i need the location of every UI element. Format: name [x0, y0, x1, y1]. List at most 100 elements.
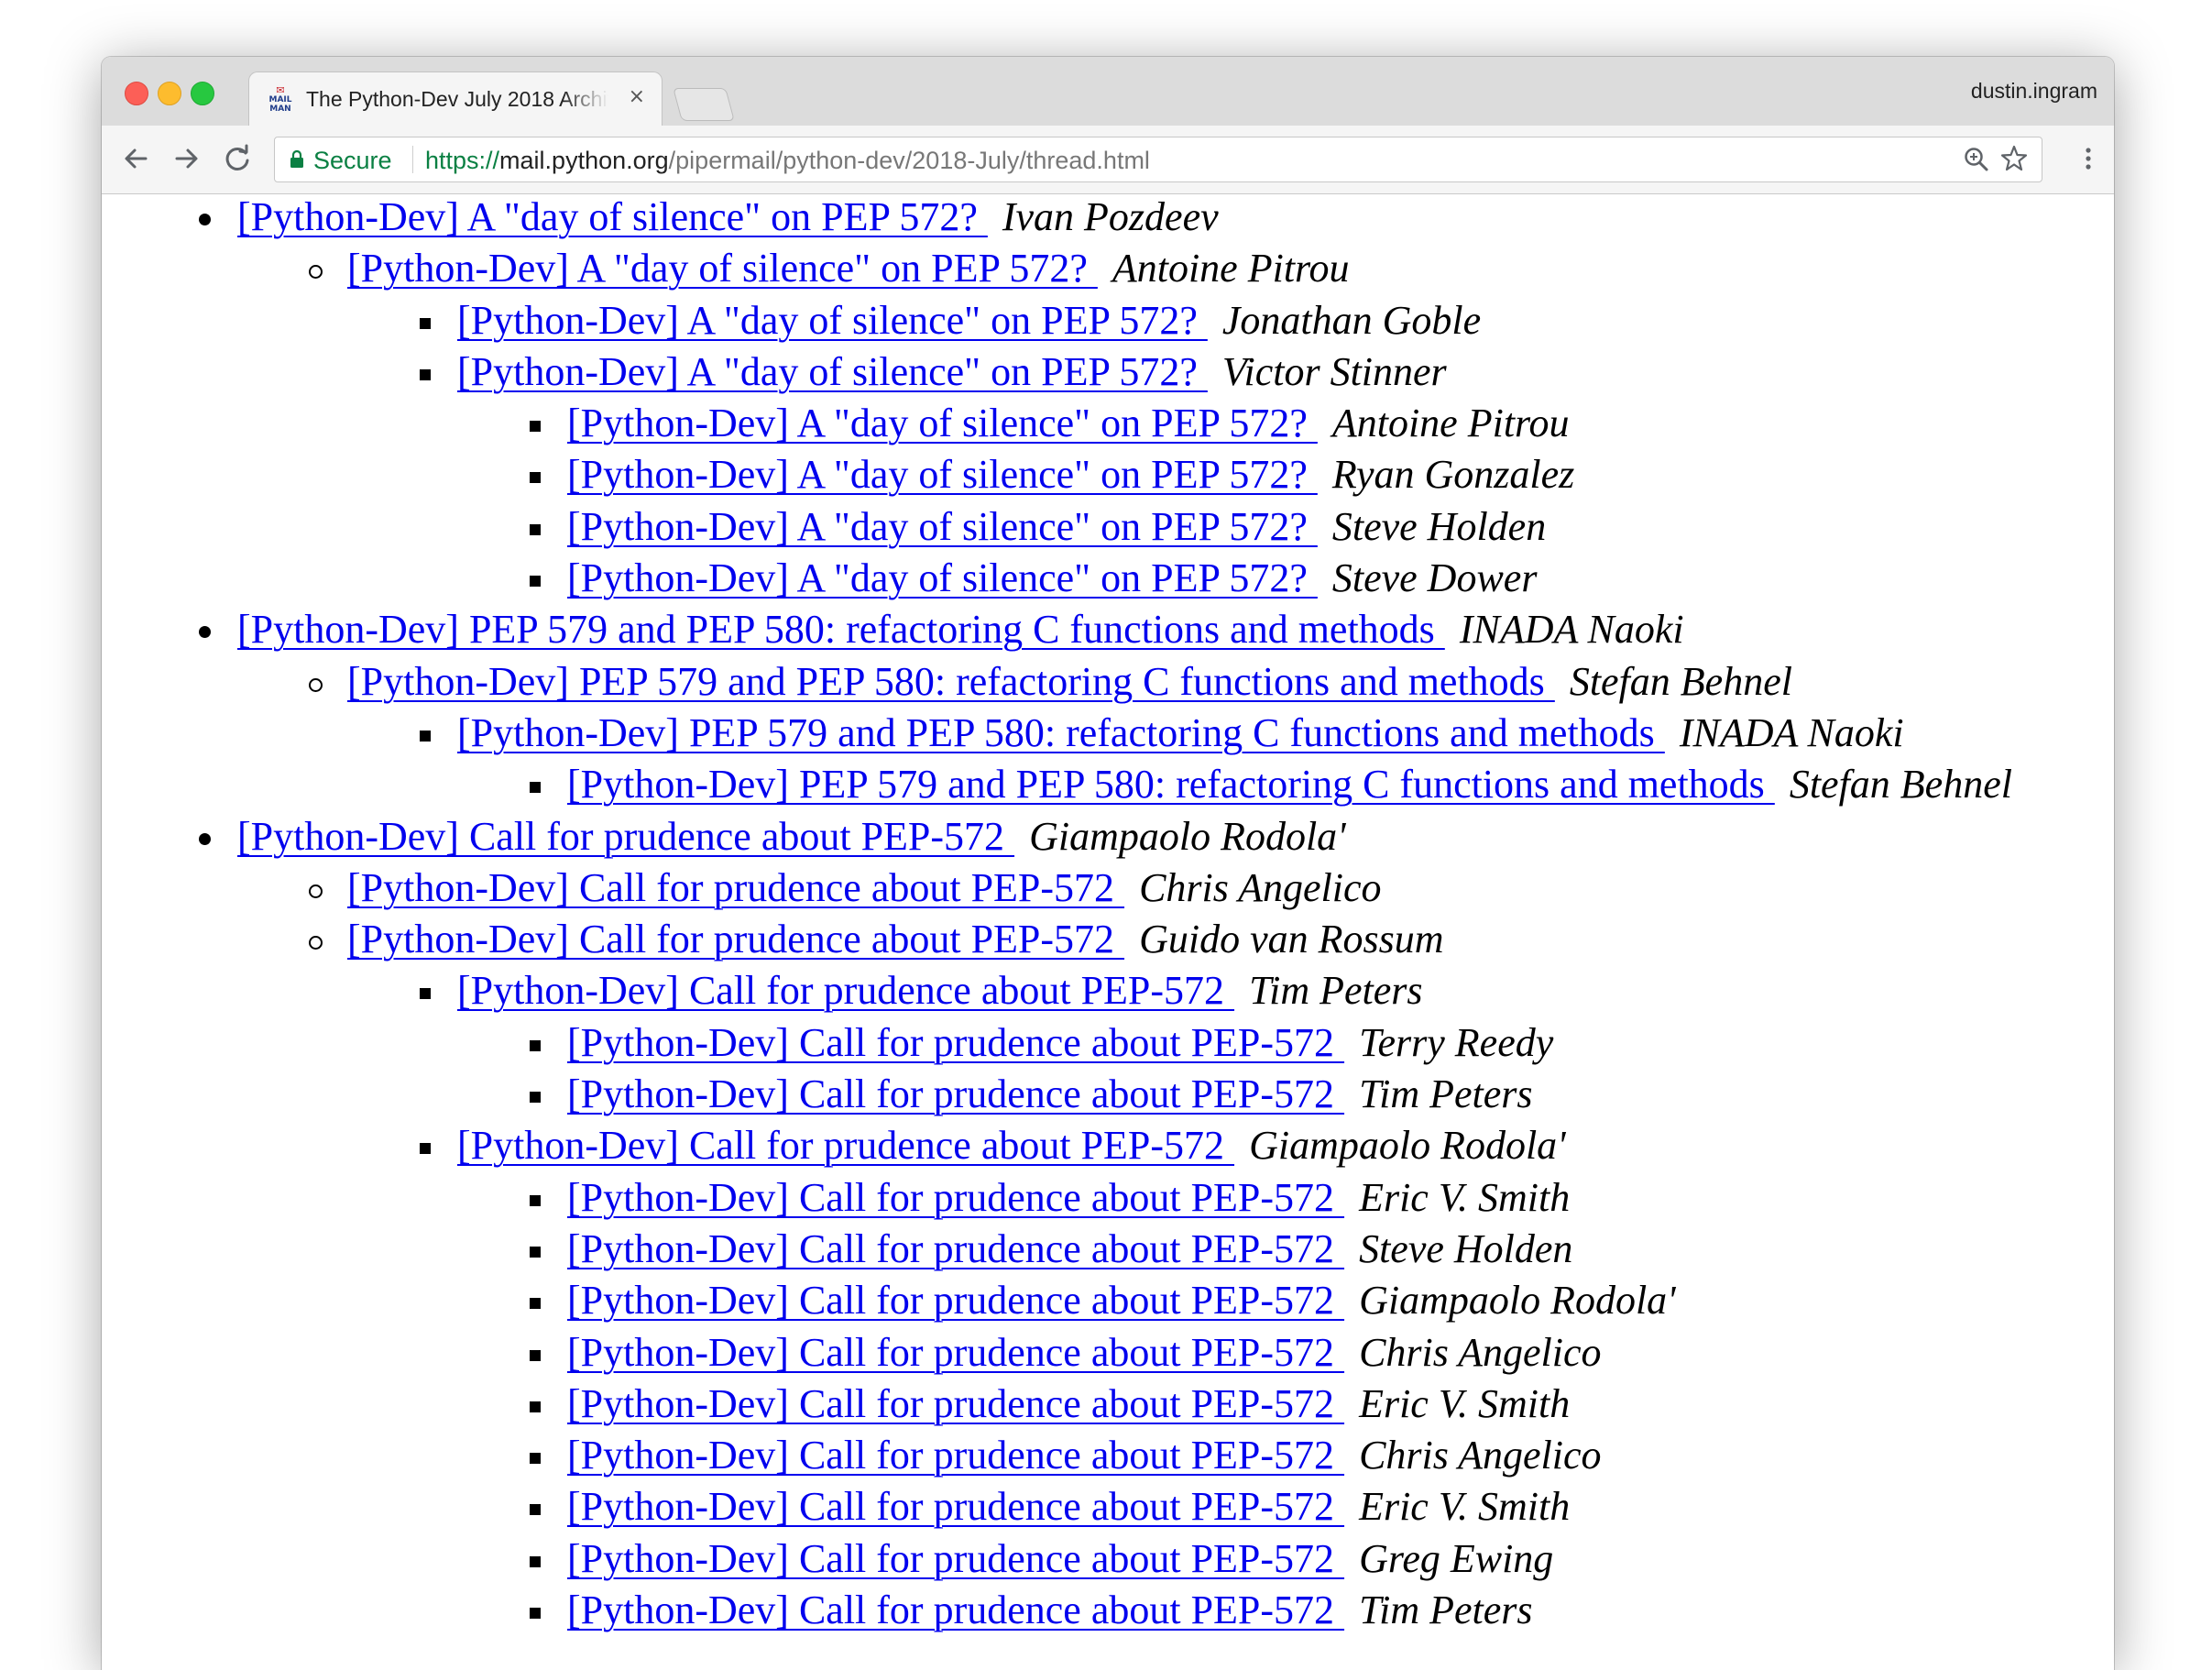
thread-item: [Python-Dev] A "day of silence" on PEP 5…	[102, 295, 2063, 346]
secure-label[interactable]: Secure	[313, 147, 392, 175]
thread-author: Tim Peters	[1249, 968, 1423, 1014]
thread-item: [Python-Dev] A "day of silence" on PEP 5…	[102, 398, 2063, 449]
thread-subject-link[interactable]: [Python-Dev] A "day of silence" on PEP 5…	[567, 555, 1318, 600]
thread-author: Giampaolo Rodola'	[1029, 813, 1346, 859]
browser-tab[interactable]: ✉ MAIL MAN The Python-Dev July 2018 Arch…	[248, 71, 663, 126]
thread-subject-link[interactable]: [Python-Dev] PEP 579 and PEP 580: refact…	[457, 710, 1665, 755]
reload-icon[interactable]	[219, 138, 256, 179]
thread-subject-link[interactable]: [Python-Dev] Call for prudence about PEP…	[567, 1330, 1344, 1375]
thread-item: [Python-Dev] Call for prudence about PEP…	[102, 1533, 2063, 1585]
thread-author: Greg Ewing	[1359, 1535, 1554, 1581]
thread-item: [Python-Dev] Call for prudence about PEP…	[102, 1430, 2063, 1481]
thread-author: Tim Peters	[1359, 1588, 1533, 1633]
thread-item: [Python-Dev] Call for prudence about PEP…	[102, 1275, 2063, 1326]
thread-subject-link[interactable]: [Python-Dev] Call for prudence about PEP…	[347, 917, 1124, 961]
thread-item: [Python-Dev] Call for prudence about PEP…	[102, 811, 2063, 862]
thread-list: [Python-Dev] A "day of silence" on PEP 5…	[102, 194, 2063, 1636]
browser-toolbar: Secure https://mail.python.org/pipermail…	[102, 126, 2114, 194]
zoom-icon[interactable]	[1963, 145, 1990, 181]
back-arrow-icon[interactable]	[118, 138, 155, 179]
close-window-button[interactable]	[125, 82, 148, 105]
thread-subject-link[interactable]: [Python-Dev] Call for prudence about PEP…	[567, 1484, 1344, 1529]
minimize-window-button[interactable]	[158, 82, 181, 105]
thread-subject-link[interactable]: [Python-Dev] Call for prudence about PEP…	[347, 865, 1124, 910]
thread-author: Jonathan Goble	[1221, 297, 1482, 343]
thread-item: [Python-Dev] Call for prudence about PEP…	[102, 1327, 2063, 1379]
thread-item: [Python-Dev] Call for prudence about PEP…	[102, 965, 2063, 1016]
thread-item: [Python-Dev] Call for prudence about PEP…	[102, 1224, 2063, 1275]
thread-subject-link[interactable]: [Python-Dev] A "day of silence" on PEP 5…	[237, 194, 988, 239]
thread-item: [Python-Dev] Call for prudence about PEP…	[102, 862, 2063, 914]
thread-subject-link[interactable]: [Python-Dev] Call for prudence about PEP…	[457, 1123, 1234, 1168]
star-icon[interactable]	[1999, 143, 2029, 181]
thread-author: INADA Naoki	[1679, 709, 1904, 755]
forward-arrow-icon[interactable]	[168, 138, 204, 179]
thread-subject-link[interactable]: [Python-Dev] A "day of silence" on PEP 5…	[457, 349, 1208, 394]
thread-author: Chris Angelico	[1359, 1433, 1602, 1478]
thread-subject-link[interactable]: [Python-Dev] Call for prudence about PEP…	[567, 1175, 1344, 1220]
thread-author: Antoine Pitrou	[1111, 246, 1350, 291]
lock-icon	[290, 149, 304, 169]
url-text[interactable]: https://mail.python.org/pipermail/python…	[425, 147, 1150, 175]
page-content: [Python-Dev] A "day of silence" on PEP 5…	[102, 194, 2114, 1670]
thread-author: Eric V. Smith	[1359, 1380, 1571, 1426]
thread-subject-link[interactable]: [Python-Dev] A "day of silence" on PEP 5…	[567, 401, 1318, 445]
thread-subject-link[interactable]: [Python-Dev] A "day of silence" on PEP 5…	[567, 452, 1318, 497]
thread-item: [Python-Dev] Call for prudence about PEP…	[102, 1379, 2063, 1430]
thread-author: Chris Angelico	[1359, 1329, 1602, 1375]
thread-item: [Python-Dev] A "day of silence" on PEP 5…	[102, 449, 2063, 500]
thread-item: [Python-Dev] Call for prudence about PEP…	[102, 914, 2063, 965]
thread-item: [Python-Dev] A "day of silence" on PEP 5…	[102, 501, 2063, 553]
thread-author: Guido van Rossum	[1139, 917, 1444, 962]
thread-subject-link[interactable]: [Python-Dev] Call for prudence about PEP…	[567, 1020, 1344, 1065]
url-host: mail.python.org	[499, 147, 669, 174]
thread-author: Eric V. Smith	[1359, 1484, 1571, 1530]
address-bar[interactable]: Secure https://mail.python.org/pipermail…	[274, 137, 2042, 182]
omnibox-separator	[412, 146, 413, 173]
thread-author: Steve Holden	[1359, 1225, 1573, 1271]
thread-subject-link[interactable]: [Python-Dev] PEP 579 and PEP 580: refact…	[347, 659, 1555, 704]
thread-subject-link[interactable]: [Python-Dev] PEP 579 and PEP 580: refact…	[237, 607, 1445, 652]
thread-subject-link[interactable]: [Python-Dev] Call for prudence about PEP…	[567, 1536, 1344, 1581]
thread-item: [Python-Dev] A "day of silence" on PEP 5…	[102, 194, 2063, 243]
title-bar: ✉ MAIL MAN The Python-Dev July 2018 Arch…	[102, 57, 2114, 126]
thread-author: Giampaolo Rodola'	[1249, 1123, 1566, 1169]
thread-subject-link[interactable]: [Python-Dev] PEP 579 and PEP 580: refact…	[567, 762, 1775, 807]
tab-close-icon[interactable]: ×	[629, 85, 645, 108]
thread-author: Terry Reedy	[1359, 1019, 1554, 1065]
thread-author: Ivan Pozdeev	[1002, 194, 1219, 239]
thread-author: Steve Holden	[1331, 503, 1547, 549]
thread-subject-link[interactable]: [Python-Dev] Call for prudence about PEP…	[457, 968, 1234, 1013]
thread-author: Tim Peters	[1359, 1071, 1533, 1117]
url-path: /pipermail/python-dev/2018-July/thread.h…	[668, 147, 1150, 174]
thread-item: [Python-Dev] A "day of silence" on PEP 5…	[102, 346, 2063, 398]
maximize-window-button[interactable]	[191, 82, 214, 105]
kebab-menu-icon[interactable]	[2083, 138, 2094, 191]
thread-subject-link[interactable]: [Python-Dev] Call for prudence about PEP…	[567, 1226, 1344, 1271]
thread-item: [Python-Dev] Call for prudence about PEP…	[102, 1481, 2063, 1533]
favicon-text-bottom: MAN	[269, 104, 291, 114]
thread-item: [Python-Dev] PEP 579 and PEP 580: refact…	[102, 708, 2063, 759]
thread-item: [Python-Dev] A "day of silence" on PEP 5…	[102, 553, 2063, 604]
thread-author: Giampaolo Rodola'	[1359, 1278, 1676, 1324]
thread-subject-link[interactable]: [Python-Dev] A "day of silence" on PEP 5…	[347, 246, 1098, 291]
thread-item: [Python-Dev] Call for prudence about PEP…	[102, 1120, 2063, 1171]
browser-window: ✉ MAIL MAN The Python-Dev July 2018 Arch…	[102, 57, 2114, 1670]
thread-subject-link[interactable]: [Python-Dev] Call for prudence about PEP…	[567, 1588, 1344, 1632]
thread-author: Eric V. Smith	[1359, 1174, 1571, 1220]
thread-subject-link[interactable]: [Python-Dev] Call for prudence about PEP…	[567, 1071, 1344, 1116]
favicon-text-top: MAIL	[268, 95, 292, 104]
thread-subject-link[interactable]: [Python-Dev] Call for prudence about PEP…	[567, 1381, 1344, 1426]
thread-subject-link[interactable]: [Python-Dev] Call for prudence about PEP…	[237, 814, 1014, 859]
thread-subject-link[interactable]: [Python-Dev] Call for prudence about PEP…	[567, 1433, 1344, 1478]
mailman-favicon-icon: ✉ MAIL MAN	[266, 85, 295, 115]
thread-author: Steve Dower	[1331, 555, 1538, 601]
new-tab-button[interactable]	[673, 88, 735, 121]
thread-subject-link[interactable]: [Python-Dev] A "day of silence" on PEP 5…	[567, 504, 1318, 549]
thread-author: INADA Naoki	[1459, 607, 1684, 653]
thread-author: Chris Angelico	[1139, 864, 1382, 910]
thread-subject-link[interactable]: [Python-Dev] Call for prudence about PEP…	[567, 1278, 1344, 1323]
thread-item: [Python-Dev] Call for prudence about PEP…	[102, 1585, 2063, 1636]
thread-subject-link[interactable]: [Python-Dev] A "day of silence" on PEP 5…	[457, 298, 1208, 343]
profile-name[interactable]: dustin.ingram	[1971, 79, 2097, 104]
